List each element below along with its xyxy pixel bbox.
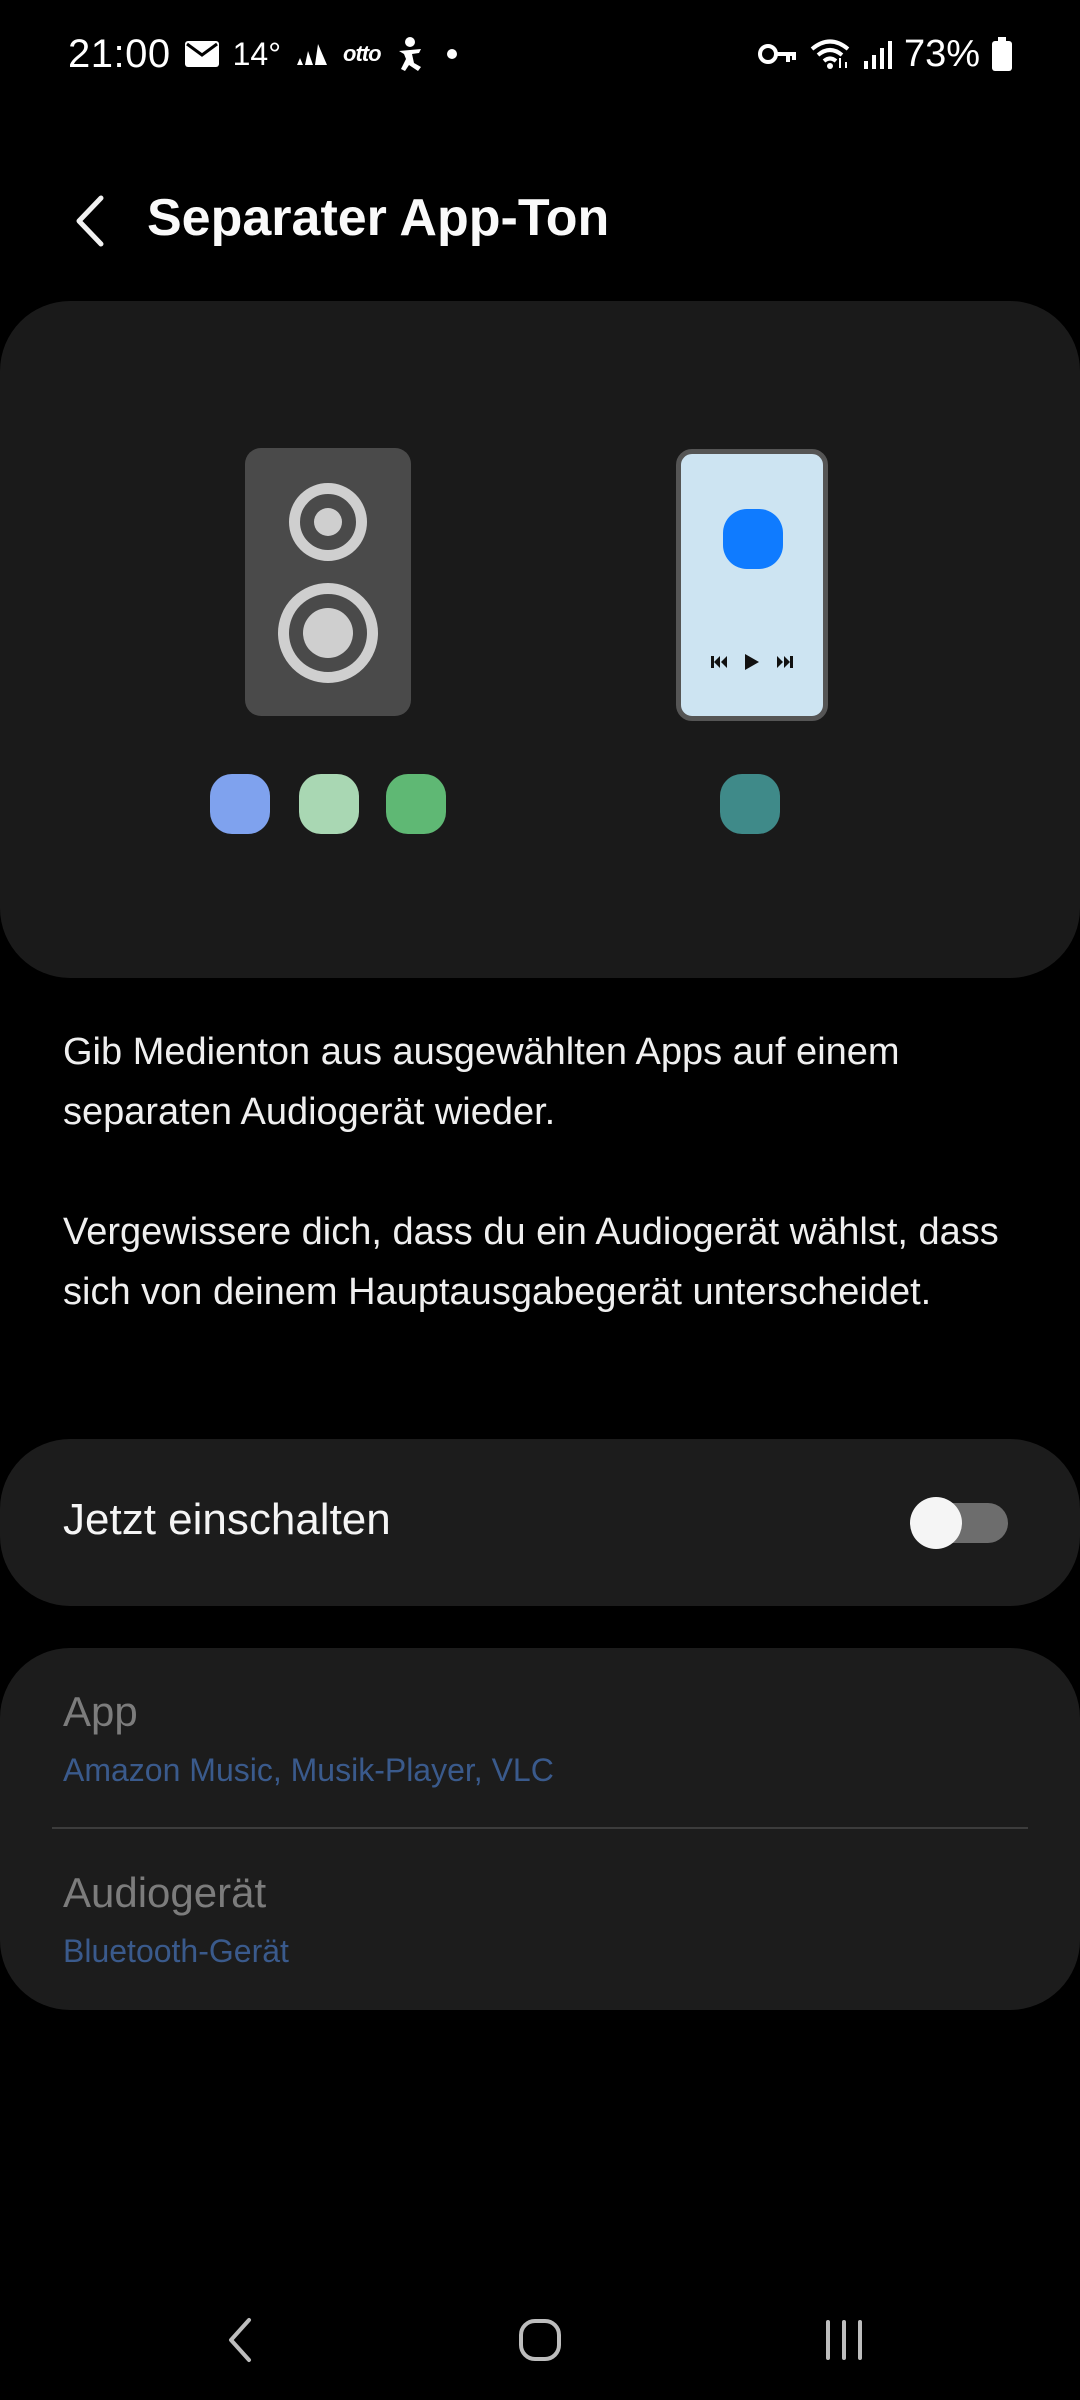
- vpn-key-icon: [757, 42, 798, 66]
- next-icon: [777, 656, 793, 668]
- list-item-app[interactable]: App Amazon Music, Musik-Player, VLC: [0, 1648, 1080, 1828]
- nav-back-button[interactable]: [200, 2300, 280, 2380]
- list-item-title: App: [63, 1688, 138, 1735]
- app-dot-light-green: [299, 774, 359, 834]
- nav-back-icon: [225, 2316, 255, 2364]
- nav-home-button[interactable]: [500, 2300, 580, 2380]
- nav-recents-icon: [824, 2320, 864, 2360]
- feature-illustration: [0, 301, 1080, 978]
- chevron-left-icon: [73, 194, 107, 248]
- enable-toggle-row[interactable]: Jetzt einschalten: [0, 1439, 1080, 1606]
- list-item-value: Bluetooth-Gerät: [63, 1933, 289, 1969]
- back-button[interactable]: [55, 186, 125, 256]
- play-icon: [745, 654, 759, 670]
- nav-home-icon: [518, 2318, 562, 2362]
- navigation-bar: [0, 2280, 1080, 2400]
- otto-icon: otto: [343, 41, 382, 66]
- status-bar: 21:00 14° otto 73%: [0, 0, 1080, 110]
- battery-icon: [992, 37, 1012, 71]
- speaker-woofer: [278, 583, 378, 683]
- battery-percentage: 73%: [903, 32, 980, 75]
- toggle-label: Jetzt einschalten: [63, 1495, 391, 1544]
- settings-list: App Amazon Music, Musik-Player, VLC Audi…: [0, 1648, 1080, 2010]
- previous-icon: [711, 656, 727, 668]
- status-bar-right: 73%: [757, 24, 1012, 84]
- phone-illustration: [676, 449, 828, 721]
- media-controls: [711, 652, 793, 672]
- signal-icon: [862, 39, 892, 69]
- list-item-audio-device[interactable]: Audiogerät Bluetooth-Gerät: [0, 1829, 1080, 2009]
- app-dot-teal: [720, 774, 780, 834]
- page-title: Separater App-Ton: [147, 189, 610, 247]
- nav-recents-button[interactable]: [804, 2300, 884, 2380]
- status-temperature: 14°: [232, 35, 281, 72]
- status-bar-left: 21:00 14° otto: [68, 24, 457, 84]
- description-paragraph: Vergewissere dich, dass du ein Audiogerä…: [63, 1211, 999, 1313]
- mail-icon: [184, 41, 219, 67]
- app-header: Separater App-Ton: [0, 170, 1080, 270]
- description-paragraph: Gib Medienton aus ausgewählten Apps auf …: [63, 1031, 900, 1133]
- wifi-icon: [810, 38, 850, 70]
- accessibility-icon: [395, 37, 425, 71]
- status-time: 21:00: [68, 31, 171, 76]
- list-item-title: Audiogerät: [63, 1869, 267, 1916]
- list-item-value: Amazon Music, Musik-Player, VLC: [63, 1752, 554, 1788]
- adidas-icon: [295, 43, 329, 65]
- enable-switch[interactable]: [910, 1497, 1010, 1549]
- feature-description: Gib Medienton aus ausgewählten Apps auf …: [63, 1022, 1023, 1322]
- switch-thumb: [910, 1497, 962, 1549]
- app-dot-green: [386, 774, 446, 834]
- speaker-illustration: [245, 448, 411, 716]
- notification-dot: [446, 49, 457, 59]
- phone-app-icon: [723, 509, 783, 569]
- app-dot-blue: [210, 774, 270, 834]
- speaker-tweeter: [289, 483, 367, 561]
